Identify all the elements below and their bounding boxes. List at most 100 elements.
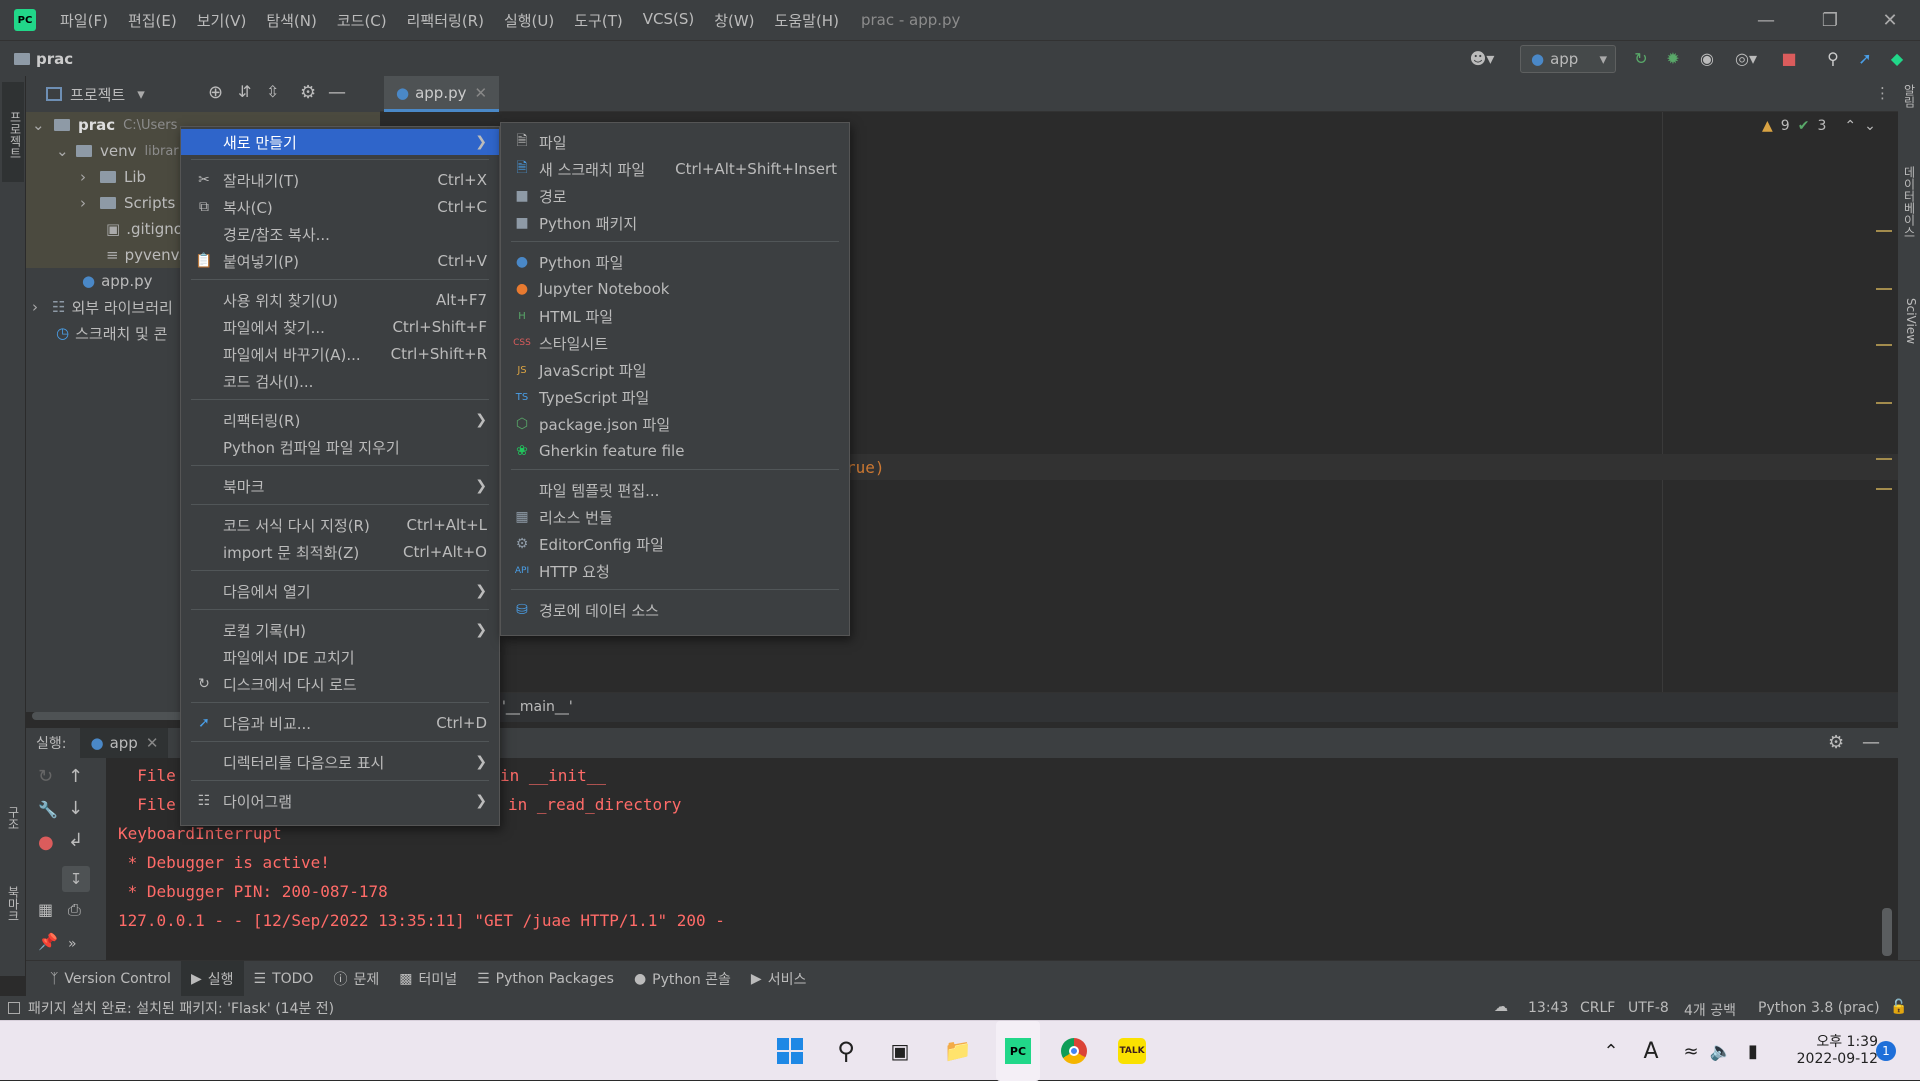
stop-icon[interactable]: ■ bbox=[1776, 45, 1802, 71]
ime-indicator[interactable]: A bbox=[1636, 1021, 1666, 1081]
tool-tab-sciview[interactable]: SciView bbox=[1900, 298, 1918, 378]
tool-tab-bookmarks[interactable]: 북마크 bbox=[4, 886, 22, 956]
breadcrumb-project[interactable]: prac bbox=[36, 50, 73, 68]
restore-button[interactable]: ❐ bbox=[1800, 0, 1860, 40]
menu-code[interactable]: 코드(C) bbox=[327, 10, 397, 31]
menu-item-cut[interactable]: ✂ 잘라내기(T) Ctrl+X bbox=[181, 167, 499, 193]
menu-item-reload-from-disk[interactable]: ↻ 디스크에서 다시 로드 bbox=[181, 671, 499, 697]
layout-icon[interactable]: ▦ bbox=[38, 900, 53, 919]
task-view-icon[interactable]: ▣ bbox=[880, 1021, 920, 1081]
error-stripe-mark[interactable] bbox=[1876, 344, 1892, 346]
submenu-item-data-source[interactable]: ⛁ 경로에 데이터 소스 bbox=[501, 597, 849, 623]
menu-window[interactable]: 창(W) bbox=[704, 10, 764, 31]
tool-tab-structure[interactable]: 구조 bbox=[4, 806, 22, 866]
submenu-item-jupyter[interactable]: ● Jupyter Notebook bbox=[501, 276, 849, 302]
error-stripe-mark[interactable] bbox=[1876, 402, 1892, 404]
menu-vcs[interactable]: VCS(S) bbox=[633, 10, 704, 31]
menu-item-copy[interactable]: ⧉ 복사(C) Ctrl+C bbox=[181, 194, 499, 220]
hide-panel-icon[interactable]: — bbox=[1862, 732, 1880, 753]
collapse-all-icon[interactable]: ⇳ bbox=[266, 82, 279, 101]
menu-refactor[interactable]: 리팩터링(R) bbox=[397, 10, 494, 31]
python-interpreter[interactable]: Python 3.8 (prac) bbox=[1758, 1000, 1880, 1016]
menu-item-replace-in-files[interactable]: 파일에서 바꾸기(A)... Ctrl+Shift+R bbox=[181, 341, 499, 367]
menu-tools[interactable]: 도구(T) bbox=[564, 10, 632, 31]
menu-navigate[interactable]: 탐색(N) bbox=[256, 10, 327, 31]
submenu-item-directory[interactable]: ■ 경로 bbox=[501, 183, 849, 209]
print-icon[interactable]: ⎙ bbox=[68, 900, 81, 920]
locate-icon[interactable]: ⊕ bbox=[208, 82, 223, 103]
close-tab-icon[interactable]: ✕ bbox=[475, 84, 488, 102]
tray-overflow-icon[interactable]: ⌃ bbox=[1596, 1021, 1626, 1081]
editor-breadcrumb[interactable]: '__main__' bbox=[502, 699, 573, 715]
submenu-item-gherkin[interactable]: ❀ Gherkin feature file bbox=[501, 438, 849, 464]
cloud-sync-icon[interactable]: ☁ bbox=[1494, 999, 1508, 1015]
menu-item-optimize-imports[interactable]: import 문 최적화(Z) Ctrl+Alt+O bbox=[181, 539, 499, 565]
menu-item-new[interactable]: 새로 만들기 ❯ bbox=[181, 129, 499, 155]
submenu-item-resource-bundle[interactable]: ▦ 리소스 번들 bbox=[501, 504, 849, 530]
submenu-item-package-json[interactable]: ⬡ package.json 파일 bbox=[501, 411, 849, 437]
error-stripe-mark[interactable] bbox=[1876, 288, 1892, 290]
tool-tab-database[interactable]: 데이터베이스 bbox=[1900, 166, 1918, 286]
indent-setting[interactable]: 4개 공백 bbox=[1684, 1000, 1736, 1020]
tab-version-control[interactable]: ᛉ Version Control bbox=[40, 961, 181, 997]
run-config-select[interactable]: ● app ▾ bbox=[1520, 45, 1616, 73]
rerun-icon[interactable]: ↻ bbox=[38, 766, 53, 787]
chrome-icon[interactable] bbox=[1054, 1021, 1094, 1081]
menu-item-refactor[interactable]: 리팩터링(R) ❯ bbox=[181, 407, 499, 433]
close-tab-icon[interactable]: ✕ bbox=[146, 734, 159, 752]
submenu-item-stylesheet[interactable]: CSS 스타일시트 bbox=[501, 330, 849, 356]
tool-tab-project[interactable]: 프로젝트 bbox=[2, 82, 24, 182]
view-dropdown-icon[interactable]: ▾ bbox=[137, 85, 145, 103]
submenu-item-file[interactable]: 🗎 파일 bbox=[501, 129, 849, 155]
coverage-icon[interactable]: ◉ bbox=[1694, 45, 1720, 71]
run-tab-app[interactable]: ● app ✕ bbox=[80, 728, 169, 758]
menu-item-reformat-code[interactable]: 코드 서식 다시 지정(R) Ctrl+Alt+L bbox=[181, 512, 499, 538]
down-arrow-icon[interactable]: ↓ bbox=[68, 798, 83, 819]
submenu-item-edit-templates[interactable]: 파일 템플릿 편집... bbox=[501, 477, 849, 503]
file-explorer-icon[interactable]: 📁 bbox=[938, 1021, 978, 1081]
submenu-item-scratch-file[interactable]: 🗎 새 스크래치 파일 Ctrl+Alt+Shift+Insert bbox=[501, 156, 849, 182]
volume-icon[interactable]: 🔈 bbox=[1706, 1021, 1736, 1081]
update-icon[interactable]: ➚ bbox=[1852, 45, 1878, 71]
close-window-button[interactable]: ✕ bbox=[1860, 0, 1920, 40]
menu-item-repair-ide[interactable]: 파일에서 IDE 고치기 bbox=[181, 644, 499, 670]
minimize-button[interactable]: — bbox=[1736, 0, 1796, 40]
submenu-item-javascript[interactable]: JS JavaScript 파일 bbox=[501, 357, 849, 383]
status-message[interactable]: 패키지 설치 완료: 설치된 패키지: 'Flask' (14분 전) bbox=[28, 998, 334, 1018]
next-issue-icon[interactable]: ⌄ bbox=[1864, 118, 1876, 134]
submenu-item-editorconfig[interactable]: ⚙ EditorConfig 파일 bbox=[501, 531, 849, 557]
menu-item-copy-path[interactable]: 경로/참조 복사... bbox=[181, 221, 499, 247]
profile-icon[interactable]: ◎▾ bbox=[1726, 45, 1766, 71]
more-icon[interactable]: » bbox=[68, 936, 77, 952]
debug-icon[interactable]: ✹ bbox=[1660, 45, 1686, 71]
tab-run[interactable]: ▶ 실행 bbox=[180, 960, 244, 997]
menu-item-local-history[interactable]: 로컬 기록(H) ❯ bbox=[181, 617, 499, 643]
tab-problems[interactable]: ⓘ 문제 bbox=[323, 961, 389, 997]
tab-services[interactable]: ▶ 서비스 bbox=[741, 961, 816, 997]
menu-edit[interactable]: 편집(E) bbox=[118, 10, 187, 31]
inspection-widget[interactable]: ▲ 9 ✔ 3 ⌃ ⌄ bbox=[1762, 118, 1876, 134]
submenu-item-html[interactable]: H HTML 파일 bbox=[501, 303, 849, 329]
menu-item-find-in-files[interactable]: 파일에서 찾기... Ctrl+Shift+F bbox=[181, 314, 499, 340]
soft-wrap-icon[interactable]: ↲ bbox=[68, 830, 83, 851]
project-panel-title[interactable]: 프로젝트 bbox=[70, 84, 125, 105]
tab-app-py[interactable]: ● app.py ✕ bbox=[384, 76, 500, 112]
menu-run[interactable]: 실행(U) bbox=[494, 10, 564, 31]
menu-item-inspect-code[interactable]: 코드 검사(I)... bbox=[181, 368, 499, 394]
caret-position[interactable]: 13:43 bbox=[1528, 1000, 1568, 1016]
kakaotalk-icon[interactable]: TALK bbox=[1112, 1021, 1152, 1081]
line-separator[interactable]: CRLF bbox=[1580, 1000, 1615, 1016]
gear-icon[interactable]: ⚙ bbox=[1828, 732, 1844, 753]
menu-view[interactable]: 보기(V) bbox=[187, 10, 257, 31]
menu-item-find-usages[interactable]: 사용 위치 찾기(U) Alt+F7 bbox=[181, 287, 499, 313]
error-stripe-mark[interactable] bbox=[1876, 458, 1892, 460]
wrench-icon[interactable]: 🔧 bbox=[38, 800, 58, 819]
submenu-item-typescript[interactable]: TS TypeScript 파일 bbox=[501, 384, 849, 410]
menu-item-open-in[interactable]: 다음에서 열기 ❯ bbox=[181, 578, 499, 604]
wifi-icon[interactable]: ≈ bbox=[1676, 1021, 1706, 1081]
pycharm-taskbar-icon[interactable]: PC bbox=[996, 1021, 1040, 1081]
pin-icon[interactable]: 📌 bbox=[38, 932, 58, 951]
clock[interactable]: 오후 1:39 2022-09-12 bbox=[1782, 1031, 1878, 1067]
tab-options-icon[interactable]: ⋮ bbox=[1875, 84, 1890, 102]
search-icon[interactable]: ⚲ bbox=[826, 1021, 866, 1081]
